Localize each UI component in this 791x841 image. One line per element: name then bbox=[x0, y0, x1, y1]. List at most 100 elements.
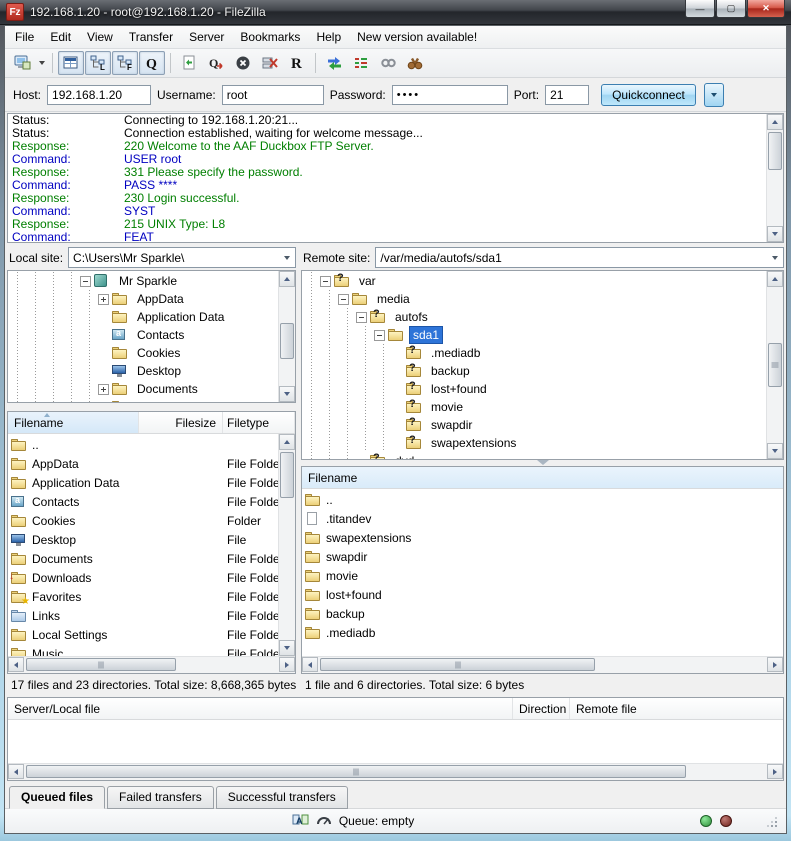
column-header-filename[interactable]: Filename bbox=[8, 412, 139, 433]
password-input[interactable] bbox=[392, 85, 508, 105]
local-file-row-documents[interactable]: DocumentsFile Folder bbox=[8, 549, 278, 568]
local-file-row-item[interactable]: .. bbox=[8, 435, 278, 454]
local-list-horizontal-scrollbar[interactable] bbox=[8, 656, 295, 673]
local-file-row-contacts[interactable]: aContactsFile Folder bbox=[8, 492, 278, 511]
local-tree-item-downloads[interactable]: ↓Downloads bbox=[8, 398, 278, 402]
local-file-row-favorites[interactable]: ★FavoritesFile Folder bbox=[8, 587, 278, 606]
local-file-row-cookies[interactable]: CookiesFolder bbox=[8, 511, 278, 530]
scroll-down-button[interactable] bbox=[279, 386, 295, 402]
remote-tree-item-autofs[interactable]: ?autofs bbox=[302, 308, 766, 326]
remote-file-row-swapdir[interactable]: swapdir bbox=[302, 547, 783, 566]
remote-tree-item-swapextensions[interactable]: ?swapextensions bbox=[302, 434, 766, 452]
scroll-up-button[interactable] bbox=[279, 434, 295, 450]
menu-edit[interactable]: Edit bbox=[42, 27, 79, 47]
collapse-icon[interactable] bbox=[356, 312, 367, 323]
remote-path-combobox[interactable]: /var/media/autofs/sda1 bbox=[375, 247, 784, 268]
local-tree-list-splitter[interactable] bbox=[7, 403, 296, 411]
remote-tree-item-swapdir[interactable]: ?swapdir bbox=[302, 416, 766, 434]
collapse-icon[interactable] bbox=[80, 276, 91, 287]
menu-server[interactable]: Server bbox=[181, 27, 232, 47]
scroll-up-button[interactable] bbox=[767, 114, 783, 130]
queue-horizontal-scrollbar[interactable] bbox=[8, 763, 783, 780]
local-tree-item-documents[interactable]: Documents bbox=[8, 380, 278, 398]
combo-arrow-icon[interactable] bbox=[767, 248, 783, 267]
expand-icon[interactable] bbox=[98, 294, 109, 305]
collapse-icon[interactable] bbox=[320, 276, 331, 287]
menu-view[interactable]: View bbox=[79, 27, 121, 47]
tab-successful-transfers[interactable]: Successful transfers bbox=[216, 786, 348, 809]
remote-tree-vertical-scrollbar[interactable] bbox=[766, 271, 783, 459]
combo-arrow-icon[interactable] bbox=[279, 248, 295, 267]
local-tree-item-appdata[interactable]: AppData bbox=[8, 290, 278, 308]
remote-file-row-movie[interactable]: movie bbox=[302, 566, 783, 585]
local-tree-item-mr-sparkle[interactable]: Mr Sparkle bbox=[8, 272, 278, 290]
toggle-local-tree-button[interactable]: L bbox=[85, 51, 111, 75]
local-list-vertical-scrollbar[interactable] bbox=[278, 434, 295, 656]
speed-limit-icon[interactable] bbox=[316, 813, 332, 830]
local-file-row-appdata[interactable]: AppDataFile Folder bbox=[8, 454, 278, 473]
view-listing-button[interactable] bbox=[348, 51, 374, 75]
expand-icon[interactable] bbox=[98, 402, 109, 403]
menu-file[interactable]: File bbox=[7, 27, 42, 47]
quickconnect-button[interactable]: Quickconnect bbox=[601, 84, 696, 106]
maximize-button[interactable]: ▢ bbox=[716, 0, 746, 18]
queue-column-remote-file[interactable]: Remote file bbox=[570, 698, 783, 719]
scrollbar-thumb[interactable] bbox=[26, 658, 176, 671]
scroll-left-button[interactable] bbox=[8, 764, 24, 779]
remote-list-horizontal-scrollbar[interactable] bbox=[302, 656, 783, 673]
remote-file-row-item[interactable]: .. bbox=[302, 490, 783, 509]
close-button[interactable]: ✕ bbox=[747, 0, 785, 18]
toggle-remote-tree-button[interactable]: F bbox=[112, 51, 138, 75]
remote-tree-item-media[interactable]: media bbox=[302, 290, 766, 308]
queue-column-server-local-file[interactable]: Server/Local file bbox=[8, 698, 513, 719]
local-file-row-links[interactable]: LinksFile Folder bbox=[8, 606, 278, 625]
scroll-left-button[interactable] bbox=[8, 657, 24, 672]
remote-file-row-mediadb[interactable]: .mediadb bbox=[302, 623, 783, 642]
username-input[interactable] bbox=[222, 85, 324, 105]
scrollbar-thumb[interactable] bbox=[26, 765, 686, 778]
remote-file-row-titandev[interactable]: .titandev bbox=[302, 509, 783, 528]
local-tree-item-cookies[interactable]: Cookies bbox=[8, 344, 278, 362]
remote-tree-item-movie[interactable]: ?movie bbox=[302, 398, 766, 416]
minimize-button[interactable]: — bbox=[685, 0, 715, 18]
find-button[interactable] bbox=[402, 51, 428, 75]
transfer-type-icon[interactable]: A bbox=[292, 813, 309, 830]
scroll-left-button[interactable] bbox=[302, 657, 318, 672]
scroll-right-button[interactable] bbox=[767, 764, 783, 779]
toggle-queue-button[interactable]: Q bbox=[139, 51, 165, 75]
dir-compare-button[interactable] bbox=[321, 51, 347, 75]
remote-tree-item-dvd[interactable]: ?dvd bbox=[302, 452, 766, 459]
scroll-down-button[interactable] bbox=[767, 226, 783, 242]
menu-help[interactable]: Help bbox=[308, 27, 349, 47]
remote-file-row-swapextensions[interactable]: swapextensions bbox=[302, 528, 783, 547]
column-header-filename[interactable]: Filename bbox=[302, 467, 783, 488]
menu-bookmarks[interactable]: Bookmarks bbox=[232, 27, 308, 47]
collapse-icon[interactable] bbox=[338, 294, 349, 305]
resize-grip[interactable] bbox=[765, 815, 778, 828]
remote-tree-item-lost-found[interactable]: ?lost+found bbox=[302, 380, 766, 398]
refresh-button[interactable] bbox=[176, 51, 202, 75]
remote-tree-item-mediadb[interactable]: ?.mediadb bbox=[302, 344, 766, 362]
local-file-row-application-data[interactable]: Application DataFile Folder bbox=[8, 473, 278, 492]
scrollbar-thumb[interactable] bbox=[320, 658, 595, 671]
remote-file-row-lost-found[interactable]: lost+found bbox=[302, 585, 783, 604]
tab-queued-files[interactable]: Queued files bbox=[9, 786, 105, 809]
scroll-right-button[interactable] bbox=[279, 657, 295, 672]
menu-new-version-notice[interactable]: New version available! bbox=[349, 27, 485, 47]
local-file-row-local-settings[interactable]: Local SettingsFile Folder bbox=[8, 625, 278, 644]
scrollbar-thumb[interactable] bbox=[280, 323, 294, 359]
scroll-up-button[interactable] bbox=[279, 271, 295, 287]
local-tree-item-contacts[interactable]: aContacts bbox=[8, 326, 278, 344]
port-input[interactable] bbox=[545, 85, 589, 105]
splitter-collapse-icon[interactable] bbox=[537, 460, 549, 465]
scrollbar-thumb[interactable] bbox=[768, 132, 782, 170]
local-file-row-music[interactable]: MusicFile Folder bbox=[8, 644, 278, 656]
remote-tree-item-sda1[interactable]: sda1 bbox=[302, 326, 766, 344]
local-tree-item-application-data[interactable]: Application Data bbox=[8, 308, 278, 326]
local-tree-item-desktop[interactable]: Desktop bbox=[8, 362, 278, 380]
cancel-button[interactable] bbox=[230, 51, 256, 75]
site-manager-button[interactable] bbox=[9, 51, 35, 75]
remote-tree-item-backup[interactable]: ?backup bbox=[302, 362, 766, 380]
quickconnect-dropdown-button[interactable] bbox=[704, 83, 724, 107]
local-tree-vertical-scrollbar[interactable] bbox=[278, 271, 295, 402]
